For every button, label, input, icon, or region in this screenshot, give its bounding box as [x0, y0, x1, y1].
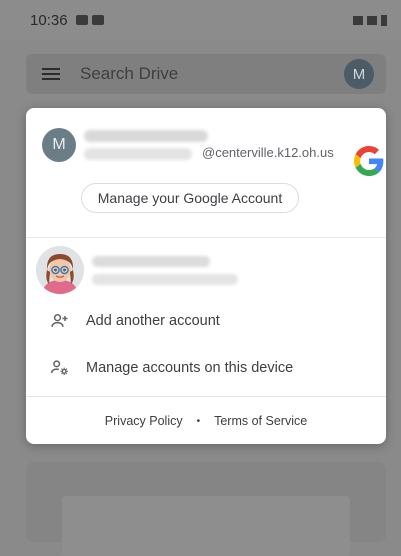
primary-avatar: M [42, 128, 76, 162]
footer-separator: • [196, 415, 201, 427]
add-another-account-item[interactable]: Add another account [26, 299, 386, 343]
status-bar: 10:36 [0, 0, 401, 40]
primary-account: M @centerville.k12.oh.us [42, 126, 384, 176]
profile-photo-avatar [36, 246, 84, 294]
notification-icon [75, 15, 88, 25]
search-placeholder[interactable]: Search Drive [80, 64, 178, 84]
battery-icon [381, 14, 387, 26]
search-bar[interactable]: Search Drive M [26, 54, 386, 94]
image-icon [91, 15, 104, 25]
person-add-icon [51, 314, 68, 327]
background-card [26, 462, 386, 556]
secondary-account[interactable] [36, 246, 366, 296]
hamburger-icon[interactable] [42, 68, 60, 80]
manage-accounts-item[interactable]: Manage accounts on this device [26, 346, 386, 390]
signal-icon [353, 15, 363, 25]
manage-accounts-icon [50, 360, 68, 376]
redacted-email [84, 148, 192, 160]
manage-google-account-button[interactable]: Manage your Google Account [81, 183, 299, 213]
redacted-name [92, 256, 210, 267]
email-domain: @centerville.k12.oh.us [202, 145, 334, 160]
add-another-account-label[interactable]: Add another account [86, 313, 220, 329]
sheet-footer: Privacy Policy • Terms of Service [26, 398, 386, 444]
account-avatar[interactable]: M [344, 59, 374, 89]
divider [26, 396, 386, 397]
wifi-icon [367, 15, 377, 25]
status-time: 10:36 [30, 11, 68, 29]
manage-accounts-label[interactable]: Manage accounts on this device [86, 360, 293, 376]
divider [26, 237, 386, 238]
privacy-policy-link[interactable]: Privacy Policy [105, 414, 183, 428]
account-sheet: M @centerville.k12.oh.us Manage your Goo… [26, 108, 386, 444]
redacted-email [92, 274, 238, 285]
terms-of-service-link[interactable]: Terms of Service [214, 414, 307, 428]
google-g-logo [354, 146, 384, 176]
redacted-name [84, 130, 208, 142]
